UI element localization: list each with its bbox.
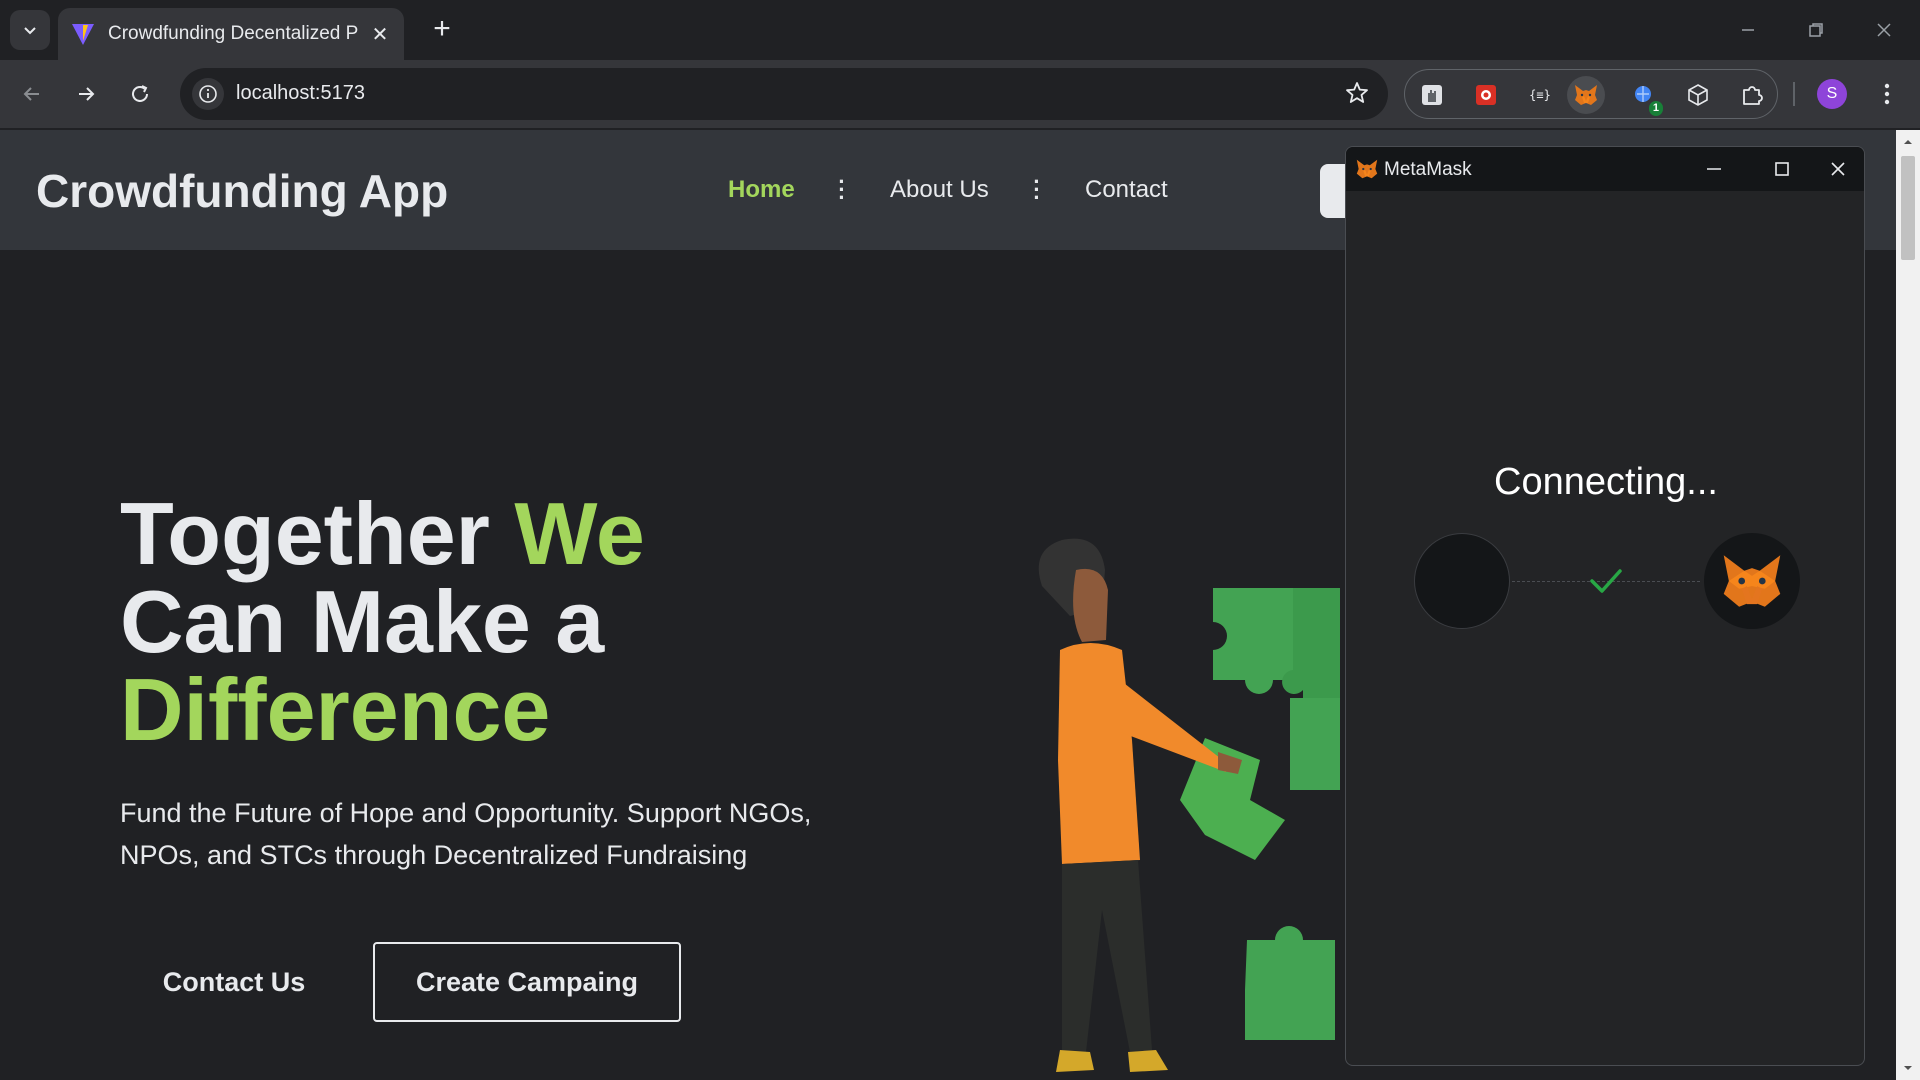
- extension-badge: 1: [1648, 101, 1663, 116]
- arrow-left-icon: [23, 87, 39, 101]
- info-icon: [199, 85, 217, 103]
- window-restore-button[interactable]: [1792, 10, 1840, 50]
- metamask-fox-icon: [1575, 85, 1597, 105]
- checkmark-icon: [1590, 569, 1622, 593]
- minimize-icon: [1707, 168, 1721, 170]
- window-minimize-button[interactable]: [1724, 10, 1772, 50]
- profile-avatar[interactable]: S: [1817, 79, 1847, 109]
- page-scrollbar[interactable]: [1896, 130, 1920, 1080]
- metamask-popup: MetaMask Connecting...: [1345, 146, 1865, 1066]
- metamask-minimize-button[interactable]: [1694, 153, 1734, 185]
- hero-title: Together We Can Make a Difference: [120, 490, 840, 754]
- extension-button[interactable]: [1413, 76, 1451, 114]
- nav-home-link[interactable]: Home: [728, 176, 795, 204]
- braces-extension-icon: {≡}: [1529, 88, 1551, 102]
- scroll-up-icon[interactable]: [1902, 136, 1914, 148]
- nav-contact-link[interactable]: Contact: [1085, 176, 1168, 204]
- extension-button[interactable]: 1: [1625, 76, 1663, 116]
- reload-icon: [132, 85, 148, 102]
- maximize-icon: [1775, 162, 1789, 176]
- minimize-icon: [1742, 29, 1754, 31]
- hero-title-part: Together: [120, 484, 515, 583]
- extensions-menu-button[interactable]: [1733, 76, 1771, 114]
- tab-search-button[interactable]: [10, 10, 50, 50]
- url-text[interactable]: localhost:5173: [236, 82, 365, 105]
- plus-icon: +: [433, 12, 451, 45]
- extension-button[interactable]: [1679, 76, 1717, 114]
- metamask-extension-button[interactable]: [1567, 76, 1605, 114]
- metamask-status: Connecting...: [1494, 461, 1718, 503]
- nav-about-link[interactable]: About Us: [890, 176, 989, 204]
- forward-button[interactable]: [66, 74, 106, 114]
- reload-button[interactable]: [120, 74, 160, 114]
- hero-title-accent: Difference: [120, 660, 551, 759]
- scroll-thumb[interactable]: [1901, 156, 1915, 260]
- bug-extension-icon: [1476, 85, 1496, 105]
- window-close-button[interactable]: [1860, 10, 1908, 50]
- bookmark-button[interactable]: [1344, 80, 1370, 111]
- new-tab-button[interactable]: +: [424, 12, 460, 48]
- address-bar[interactable]: localhost:5173: [180, 68, 1388, 120]
- site-icon-placeholder: [1414, 533, 1510, 629]
- metamask-fox-icon: [1723, 555, 1781, 607]
- scroll-down-icon[interactable]: [1902, 1062, 1914, 1074]
- site-info-button[interactable]: [192, 78, 224, 110]
- metamask-maximize-button[interactable]: [1762, 153, 1802, 185]
- svg-text:{≡}: {≡}: [1529, 88, 1551, 102]
- nav-separator-icon: · · ·: [1033, 169, 1041, 210]
- site-brand[interactable]: Crowdfunding App: [36, 164, 448, 218]
- extension-button[interactable]: [1467, 76, 1505, 114]
- kebab-icon: [1884, 83, 1890, 105]
- metamask-titlebar: MetaMask: [1346, 147, 1864, 191]
- hand-extension-icon: [1422, 85, 1442, 105]
- contact-us-button[interactable]: Contact Us: [128, 942, 340, 1022]
- browser-tab[interactable]: Crowdfunding Decentalized Pla ✕: [58, 8, 404, 60]
- nav-separator-icon: · · ·: [838, 169, 846, 210]
- metamask-avatar: [1704, 533, 1800, 629]
- star-icon: [1346, 82, 1368, 103]
- cube-extension-icon: [1688, 84, 1708, 106]
- metamask-title: MetaMask: [1384, 159, 1472, 180]
- metamask-fox-icon: [1356, 159, 1378, 179]
- extension-button[interactable]: {≡}: [1521, 76, 1559, 114]
- hero-subtitle: Fund the Future of Hope and Opportunity.…: [120, 798, 812, 870]
- hero-title-accent: We: [514, 484, 645, 583]
- close-icon: [1831, 162, 1845, 176]
- browser-menu-button[interactable]: [1872, 74, 1902, 114]
- vite-logo-icon: [72, 24, 94, 45]
- create-campaign-button[interactable]: Create Campaing: [373, 942, 681, 1022]
- browser-toolbar: localhost:5173 {≡} 1 S: [0, 60, 1920, 128]
- hero-illustration: [1038, 538, 1340, 1072]
- toolbar-divider: [1793, 82, 1795, 106]
- chevron-down-icon: [24, 27, 36, 35]
- back-button[interactable]: [12, 74, 52, 114]
- hero-title-part: Can Make a: [120, 572, 605, 671]
- tab-strip: Crowdfunding Decentalized Pla ✕ +: [0, 0, 1920, 60]
- arrow-right-icon: [79, 87, 95, 101]
- metamask-close-button[interactable]: [1818, 153, 1858, 185]
- puzzle-icon: [1743, 86, 1763, 105]
- restore-icon: [1809, 23, 1823, 37]
- close-icon: [1877, 23, 1891, 37]
- tab-title: Crowdfunding Decentalized Pla: [108, 23, 358, 44]
- extensions-group: {≡} 1: [1404, 69, 1778, 119]
- close-icon[interactable]: ✕: [368, 22, 392, 47]
